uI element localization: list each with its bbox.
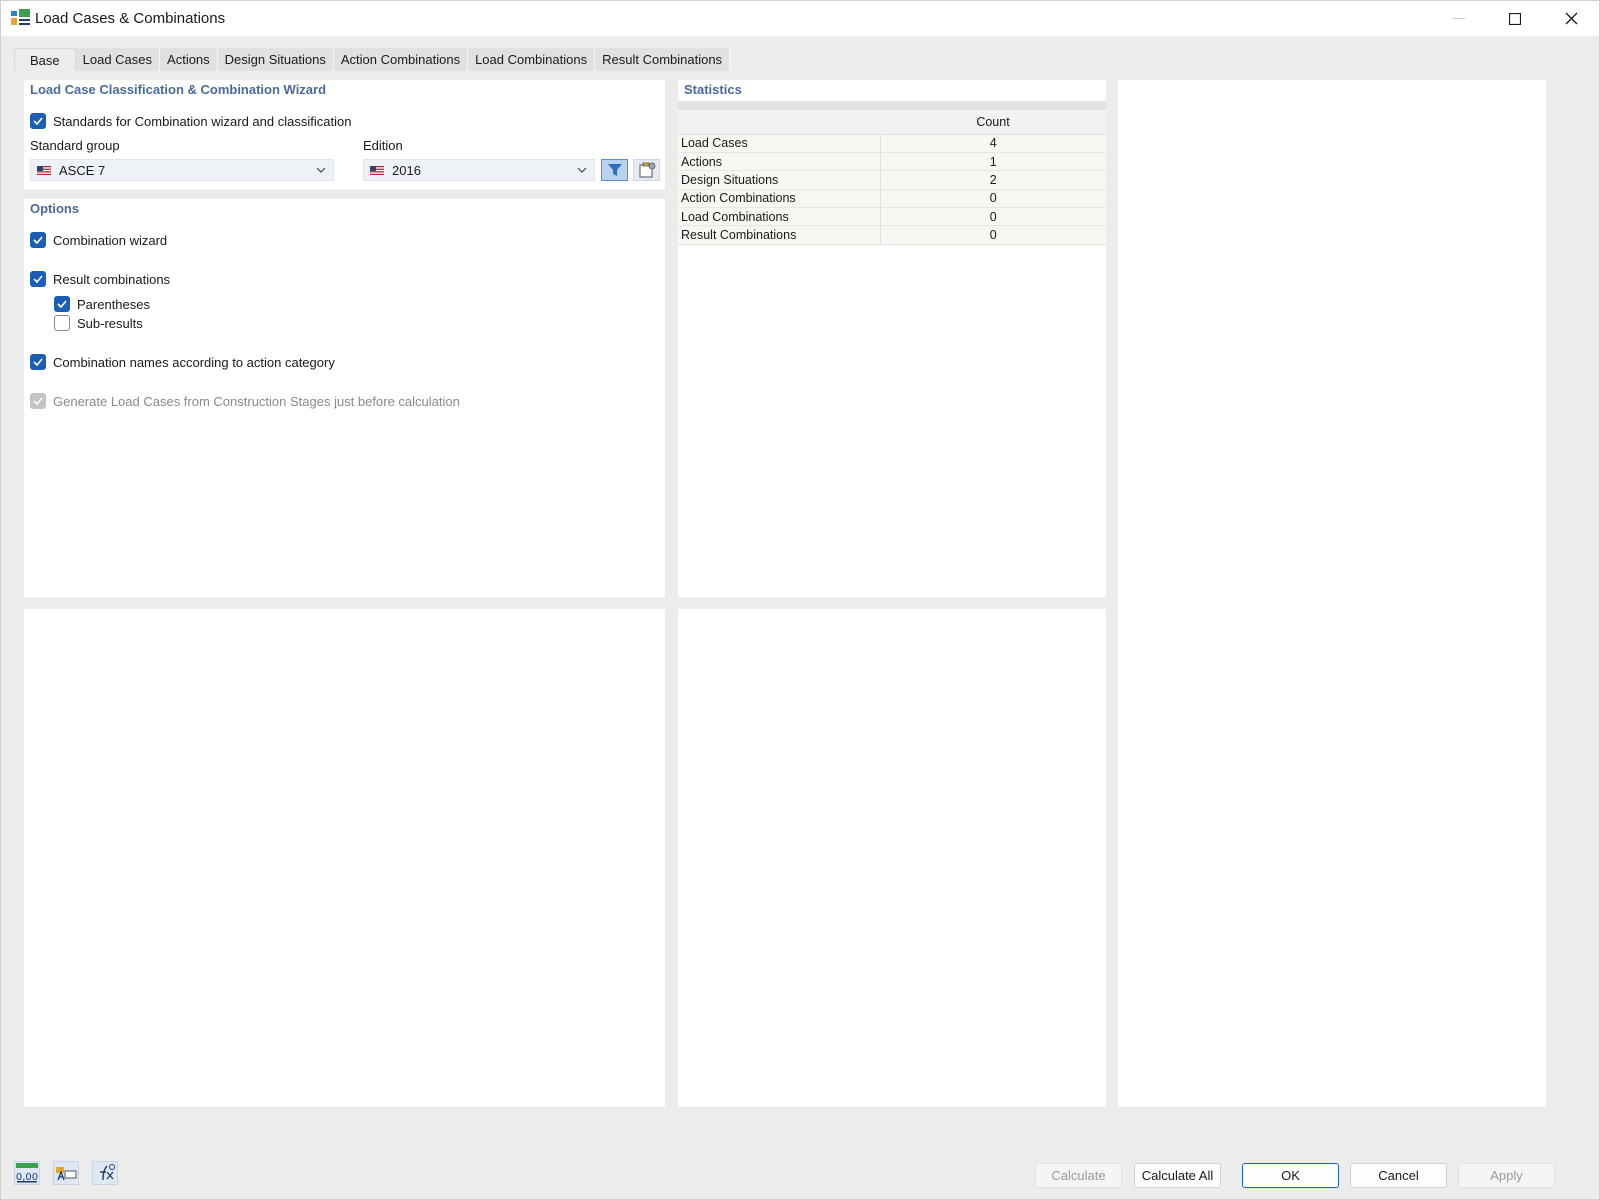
row-name: Action Combinations bbox=[678, 189, 881, 209]
tab-load-combinations[interactable]: Load Combinations bbox=[468, 48, 596, 71]
filter-icon bbox=[607, 164, 622, 176]
statistics-count-header: Count bbox=[880, 110, 1106, 135]
edition-value: 2016 bbox=[392, 162, 421, 178]
row-name: Result Combinations bbox=[678, 225, 881, 245]
app-icon bbox=[11, 9, 30, 25]
generate-load-cases-label: Generate Load Cases from Construction St… bbox=[53, 394, 460, 409]
right-panel bbox=[1118, 80, 1546, 1107]
check-icon bbox=[33, 275, 43, 283]
statistics-header-row: Count bbox=[678, 110, 1106, 135]
tab-load-cases[interactable]: Load Cases bbox=[75, 48, 161, 71]
check-icon bbox=[33, 358, 43, 366]
combination-wizard-label: Combination wizard bbox=[53, 233, 168, 248]
row-count: 0 bbox=[880, 225, 1106, 245]
lower-middle-panel bbox=[678, 609, 1106, 1107]
combination-wizard-checkbox[interactable] bbox=[30, 232, 46, 248]
tab-base[interactable]: Base bbox=[14, 48, 76, 71]
row-count: 1 bbox=[880, 152, 1106, 172]
row-count: 4 bbox=[880, 134, 1106, 153]
options-title: Options bbox=[30, 201, 80, 216]
row-count: 0 bbox=[880, 207, 1106, 227]
result-combinations-label: Result combinations bbox=[53, 272, 171, 287]
result-combinations-checkbox[interactable] bbox=[30, 271, 46, 287]
title-bar: Load Cases & Combinations bbox=[1, 1, 1599, 36]
combination-names-checkbox[interactable] bbox=[30, 354, 46, 370]
standards-label: Standards for Combination wizard and cla… bbox=[53, 114, 352, 129]
standard-group-value: ASCE 7 bbox=[59, 162, 106, 178]
row-name: Load Combinations bbox=[678, 207, 881, 227]
bottom-bar: 0,00 Calculate Calculate All OK Cancel A… bbox=[1, 1149, 1599, 1199]
calculate-button: Calculate bbox=[1035, 1163, 1122, 1188]
decimal-units-icon: 0,00 bbox=[16, 1163, 38, 1183]
statistics-title: Statistics bbox=[684, 82, 742, 97]
maximize-icon bbox=[1509, 12, 1521, 25]
formula-icon bbox=[100, 1164, 115, 1181]
tab-design-situations[interactable]: Design Situations bbox=[217, 48, 334, 71]
cancel-button[interactable]: Cancel bbox=[1350, 1163, 1447, 1188]
maximize-button[interactable] bbox=[1487, 1, 1543, 36]
classification-title: Load Case Classification & Combination W… bbox=[30, 82, 327, 97]
standard-settings-button[interactable] bbox=[633, 159, 660, 181]
tab-actions[interactable]: Actions bbox=[160, 48, 218, 71]
tab-bar: Base Load Cases Actions Design Situation… bbox=[14, 48, 731, 71]
edition-label: Edition bbox=[363, 138, 403, 153]
apply-button: Apply bbox=[1458, 1163, 1555, 1188]
parentheses-label: Parentheses bbox=[77, 297, 150, 312]
display-settings-button[interactable] bbox=[53, 1161, 79, 1185]
statistics-name-header bbox=[678, 110, 880, 135]
table-row[interactable]: Load Combinations 0 bbox=[678, 207, 1106, 227]
check-icon bbox=[33, 117, 43, 125]
table-row[interactable]: Load Cases 4 bbox=[678, 134, 1106, 153]
tab-action-combinations[interactable]: Action Combinations bbox=[333, 48, 469, 71]
table-row[interactable]: Action Combinations 0 bbox=[678, 189, 1106, 209]
chevron-down-icon bbox=[316, 167, 326, 173]
minimize-button[interactable] bbox=[1431, 1, 1487, 36]
close-icon bbox=[1565, 12, 1577, 25]
tab-result-combinations[interactable]: Result Combinations bbox=[595, 48, 731, 71]
lower-left-panel bbox=[24, 609, 665, 1107]
ok-button[interactable]: OK bbox=[1242, 1163, 1339, 1188]
us-flag-icon bbox=[370, 165, 384, 175]
row-name: Actions bbox=[678, 152, 881, 172]
text-box-icon bbox=[56, 1167, 77, 1181]
sub-results-checkbox[interactable] bbox=[54, 315, 70, 331]
row-name: Design Situations bbox=[678, 170, 881, 190]
check-icon bbox=[33, 397, 43, 405]
window-title: Load Cases & Combinations bbox=[35, 10, 226, 27]
table-row[interactable]: Actions 1 bbox=[678, 152, 1106, 172]
combination-names-label: Combination names according to action ca… bbox=[53, 355, 335, 370]
table-row[interactable]: Result Combinations 0 bbox=[678, 225, 1106, 245]
chevron-down-icon bbox=[577, 167, 587, 173]
check-icon bbox=[57, 300, 67, 308]
calculate-all-button[interactable]: Calculate All bbox=[1134, 1163, 1221, 1188]
row-count: 0 bbox=[880, 189, 1106, 209]
statistics-table: Count Load Cases 4 Actions 1 Design Situ… bbox=[678, 101, 1106, 245]
standard-group-label: Standard group bbox=[30, 138, 120, 153]
row-count: 2 bbox=[880, 170, 1106, 190]
edition-select[interactable]: 2016 bbox=[363, 159, 595, 181]
close-button[interactable] bbox=[1543, 1, 1599, 36]
units-button[interactable]: 0,00 bbox=[14, 1161, 40, 1185]
generate-load-cases-checkbox bbox=[30, 393, 46, 409]
filter-button[interactable] bbox=[601, 159, 628, 181]
row-name: Load Cases bbox=[678, 134, 881, 153]
check-icon bbox=[33, 236, 43, 244]
formula-button[interactable] bbox=[92, 1161, 118, 1185]
parentheses-checkbox[interactable] bbox=[54, 296, 70, 312]
load-cases-dialog: Load Cases & Combinations Base Load Case… bbox=[0, 0, 1600, 1200]
minimize-icon bbox=[1453, 17, 1465, 19]
sub-results-label: Sub-results bbox=[77, 316, 143, 331]
us-flag-icon bbox=[37, 165, 51, 175]
standard-group-select[interactable]: ASCE 7 bbox=[30, 159, 334, 181]
table-row[interactable]: Design Situations 2 bbox=[678, 170, 1106, 190]
standards-checkbox[interactable] bbox=[30, 113, 46, 129]
clipboard-settings-icon bbox=[639, 162, 655, 178]
